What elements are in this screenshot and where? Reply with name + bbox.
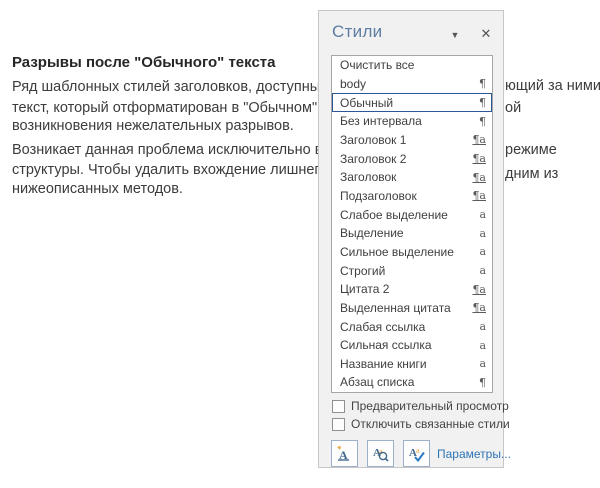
new-style-button[interactable]: A bbox=[331, 440, 358, 467]
style-inspector-button[interactable]: A a bbox=[367, 440, 394, 467]
style-item-clear-all[interactable]: Очистить все bbox=[332, 56, 492, 75]
style-item-label: Сильное выделение bbox=[340, 245, 479, 259]
preview-checkbox-row[interactable]: Предварительный просмотр bbox=[332, 399, 509, 413]
manage-styles-icon: A a bbox=[407, 444, 426, 463]
style-item-label: Сильная ссылка bbox=[340, 338, 479, 352]
style-item-body[interactable]: body ¶ bbox=[332, 75, 492, 94]
pane-dropdown-button[interactable]: ▼ bbox=[444, 25, 466, 45]
preview-checkbox[interactable] bbox=[332, 400, 345, 413]
style-item-label: Выделение bbox=[340, 226, 479, 240]
character-style-icon: a bbox=[479, 227, 486, 240]
style-item-label: Слабое выделение bbox=[340, 208, 479, 222]
new-style-icon: A bbox=[335, 444, 354, 463]
style-item-label: Название книги bbox=[340, 357, 479, 371]
style-item-label: Заголовок 2 bbox=[340, 152, 472, 166]
character-style-icon: a bbox=[479, 208, 486, 221]
style-item-label: Цитата 2 bbox=[340, 282, 472, 296]
paragraph-style-icon: ¶ bbox=[479, 77, 486, 90]
style-item-subtle-emphasis[interactable]: Слабое выделение a bbox=[332, 205, 492, 224]
style-item-normal-selected[interactable]: Обычный ¶ bbox=[332, 93, 492, 112]
document-line-fragment: ой bbox=[505, 100, 521, 116]
style-item-label: body bbox=[340, 77, 479, 91]
character-style-icon: a bbox=[479, 357, 486, 370]
paragraph-style-icon: ¶ bbox=[479, 115, 486, 128]
style-item-emphasis[interactable]: Выделение a bbox=[332, 224, 492, 243]
style-item-heading2[interactable]: Заголовок 2 ¶a bbox=[332, 149, 492, 168]
style-item-label: Слабая ссылка bbox=[340, 320, 479, 334]
manage-styles-button[interactable]: A a bbox=[403, 440, 430, 467]
close-icon: ✕ bbox=[481, 26, 492, 41]
pane-close-button[interactable]: ✕ bbox=[474, 22, 498, 46]
style-item-subtitle[interactable]: Подзаголовок ¶a bbox=[332, 187, 492, 206]
chevron-down-icon: ▼ bbox=[451, 30, 460, 40]
disable-linked-checkbox-label: Отключить связанные стили bbox=[351, 417, 510, 431]
style-item-label: Строгий bbox=[340, 264, 479, 278]
style-item-intense-emphasis[interactable]: Сильное выделение a bbox=[332, 243, 492, 262]
document-line: Возникает данная проблема исключительно … bbox=[12, 142, 369, 158]
linked-style-icon: ¶a bbox=[472, 301, 486, 314]
options-link[interactable]: Параметры... bbox=[437, 447, 511, 461]
character-style-icon: a bbox=[479, 339, 486, 352]
style-item-label: Заголовок bbox=[340, 170, 472, 184]
document-line-fragment: режиме bbox=[505, 142, 557, 158]
style-item-intense-quote[interactable]: Выделенная цитата ¶a bbox=[332, 299, 492, 318]
document-heading: Разрывы после "Обычного" текста bbox=[12, 54, 275, 71]
document-line: Ряд шаблонных стилей заголовков, доступн… bbox=[12, 79, 369, 95]
document-line: возникновения нежелательных разрывов. bbox=[12, 118, 294, 134]
linked-style-icon: ¶a bbox=[472, 171, 486, 184]
document-text: Ряд шаблонных стилей заголовков, доступн… bbox=[12, 79, 343, 95]
document-line: нижеописанных методов. bbox=[12, 181, 183, 197]
styles-pane: Стили ▼ ✕ Очистить все body ¶ Обычный ¶ … bbox=[318, 10, 504, 468]
document-line-fragment: ющий за ними bbox=[505, 78, 600, 94]
style-item-intense-reference[interactable]: Сильная ссылка a bbox=[332, 336, 492, 355]
character-style-icon: a bbox=[479, 264, 486, 277]
styles-list: Очистить все body ¶ Обычный ¶ Без интерв… bbox=[331, 55, 493, 393]
style-item-strong[interactable]: Строгий a bbox=[332, 261, 492, 280]
style-item-heading1[interactable]: Заголовок 1 ¶a bbox=[332, 131, 492, 150]
disable-linked-checkbox[interactable] bbox=[332, 418, 345, 431]
style-item-label: Очистить все bbox=[340, 58, 486, 72]
svg-text:a: a bbox=[416, 446, 420, 455]
linked-style-icon: ¶a bbox=[472, 133, 486, 146]
style-item-book-title[interactable]: Название книги a bbox=[332, 355, 492, 374]
style-item-label: Без интервала bbox=[340, 114, 479, 128]
disable-linked-checkbox-row[interactable]: Отключить связанные стили bbox=[332, 417, 510, 431]
style-item-subtle-reference[interactable]: Слабая ссылка a bbox=[332, 317, 492, 336]
character-style-icon: a bbox=[479, 320, 486, 333]
paragraph-style-icon: ¶ bbox=[479, 96, 486, 109]
style-item-quote2[interactable]: Цитата 2 ¶a bbox=[332, 280, 492, 299]
paragraph-style-icon: ¶ bbox=[479, 376, 486, 389]
style-item-label: Обычный bbox=[340, 96, 479, 110]
character-style-icon: a bbox=[479, 245, 486, 258]
style-item-title[interactable]: Заголовок ¶a bbox=[332, 168, 492, 187]
style-item-no-spacing[interactable]: Без интервала ¶ bbox=[332, 112, 492, 131]
style-inspector-icon: A a bbox=[371, 444, 390, 463]
document-line-fragment: дним из bbox=[505, 166, 558, 182]
style-item-label: Абзац списка bbox=[340, 375, 479, 389]
linked-style-icon: ¶a bbox=[472, 152, 486, 165]
style-item-label: Выделенная цитата bbox=[340, 301, 472, 315]
linked-style-icon: ¶a bbox=[472, 189, 486, 202]
linked-style-icon: ¶a bbox=[472, 283, 486, 296]
style-item-label: Подзаголовок bbox=[340, 189, 472, 203]
pane-title: Стили bbox=[332, 22, 382, 42]
preview-checkbox-label: Предварительный просмотр bbox=[351, 399, 509, 413]
style-item-list-paragraph[interactable]: Абзац списка ¶ bbox=[332, 373, 492, 392]
style-item-label: Заголовок 1 bbox=[340, 133, 472, 147]
document-line: текст, который отформатирован в "Обычном… bbox=[12, 100, 364, 116]
